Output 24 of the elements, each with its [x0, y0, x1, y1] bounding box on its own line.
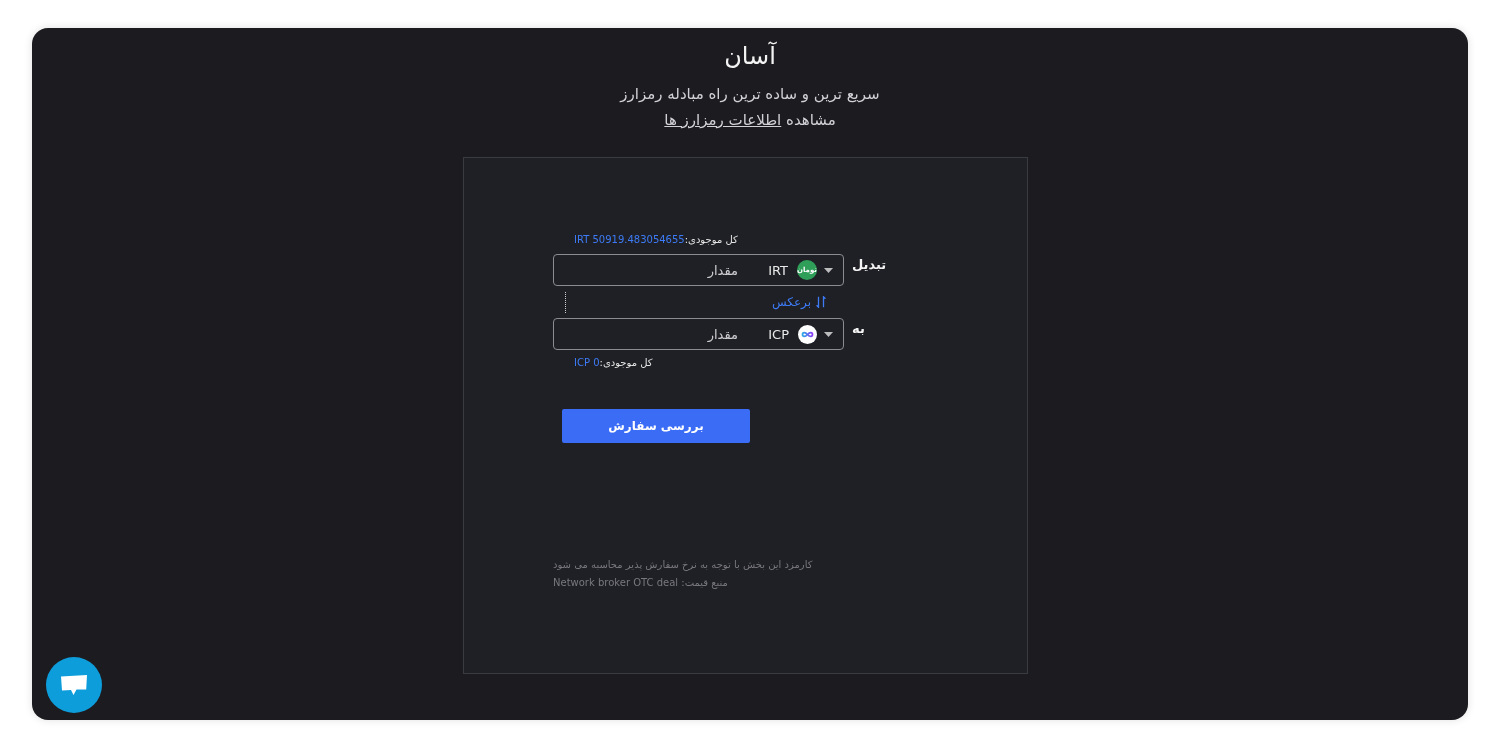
caret-down-icon [824, 267, 833, 273]
page-subtitle: سریع ترین و ساده ترین راه مبادله رمزارز [620, 84, 880, 105]
swap-icon [816, 296, 826, 308]
chat-button[interactable] [46, 657, 102, 713]
dotted-connector [565, 291, 566, 313]
chat-bubble-icon [60, 674, 88, 696]
fee-note: منبع قیمت: Network broker OTC deal [553, 576, 729, 591]
fee-note: کارمزد این بخش با توجه به نرخ سفارش پذیر محاسبه می شود [553, 558, 814, 573]
balance-amount: ICP 0 [574, 357, 600, 368]
reverse-button[interactable]: برعکس [771, 295, 826, 309]
amount-input[interactable]: مقدار [554, 255, 752, 285]
balance-label: کل موجودی: [684, 234, 738, 245]
infinity-icon [798, 324, 817, 344]
field-label: تبدیل [852, 256, 887, 274]
page-title: آسان [724, 40, 776, 72]
crypto-info-link[interactable]: اطلاعات رمزارز ها [664, 111, 782, 129]
amount-input[interactable]: مقدار [554, 319, 752, 349]
crypto-info-text: مشاهده اطلاعات رمزارز ها [664, 110, 836, 131]
currency-select[interactable]: ICP [752, 319, 843, 349]
review-order-button[interactable]: بررسی سفارش [562, 409, 750, 443]
balance-amount: IRT 50919.483054655 [574, 234, 685, 245]
field-label: به [852, 320, 865, 338]
balance-label: کل موجودی: [599, 357, 653, 368]
caret-down-icon [824, 331, 833, 337]
